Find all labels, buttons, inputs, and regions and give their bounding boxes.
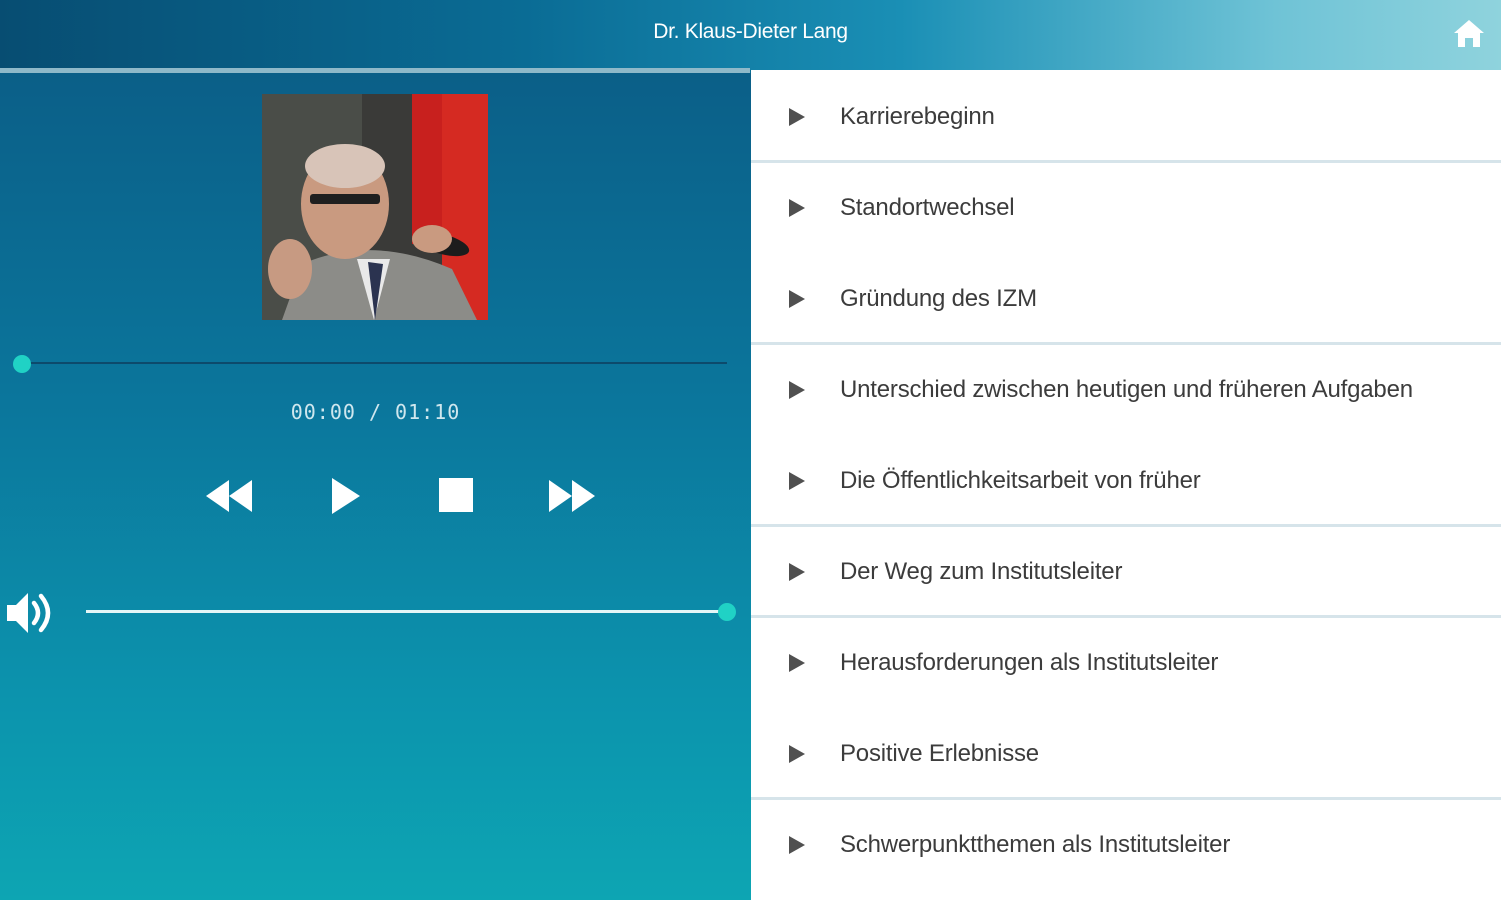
- play-arrow-icon: [789, 290, 805, 308]
- fast-forward-icon: [549, 480, 595, 512]
- chapter-item[interactable]: Standortwechsel: [751, 161, 1501, 252]
- rewind-icon: [206, 480, 252, 512]
- chapter-label: Die Öffentlichkeitsarbeit von früher: [840, 467, 1201, 494]
- play-arrow-icon: [789, 381, 805, 399]
- volume-button[interactable]: [4, 586, 58, 640]
- chapter-item[interactable]: Karrierebeginn: [751, 70, 1501, 163]
- page-title: Dr. Klaus-Dieter Lang: [653, 20, 848, 43]
- progress-slider[interactable]: [22, 362, 727, 364]
- chapter-item[interactable]: Herausforderungen als Institutsleiter: [751, 616, 1501, 707]
- chapter-label: Unterschied zwischen heutigen und früher…: [840, 376, 1413, 403]
- play-arrow-icon: [789, 836, 805, 854]
- volume-icon: [7, 593, 51, 633]
- home-icon: [1454, 20, 1484, 47]
- chapter-label: Schwerpunktthemen als Institutsleiter: [840, 831, 1231, 858]
- speaker-portrait: [262, 94, 488, 320]
- home-button[interactable]: [1452, 18, 1486, 50]
- play-arrow-icon: [789, 108, 805, 126]
- chapter-label: Gründung des IZM: [840, 285, 1037, 312]
- app-header: Dr. Klaus-Dieter Lang: [0, 0, 1501, 70]
- chapter-item[interactable]: Die Öffentlichkeitsarbeit von früher: [751, 434, 1501, 527]
- chapter-item[interactable]: Schwerpunktthemen als Institutsleiter: [751, 798, 1501, 889]
- time-display: 00:00 / 01:10: [290, 400, 461, 424]
- chapter-item[interactable]: Positive Erlebnisse: [751, 707, 1501, 800]
- chapter-item[interactable]: Unterschied zwischen heutigen und früher…: [751, 343, 1501, 434]
- chapter-item[interactable]: Gründung des IZM: [751, 252, 1501, 345]
- play-arrow-icon: [789, 199, 805, 217]
- play-arrow-icon: [789, 472, 805, 490]
- progress-thumb[interactable]: [13, 355, 31, 373]
- chapter-label: Der Weg zum Institutsleiter: [840, 558, 1123, 585]
- volume-slider[interactable]: [86, 610, 727, 613]
- chapter-label: Herausforderungen als Institutsleiter: [840, 649, 1219, 676]
- play-icon: [332, 478, 360, 514]
- chapter-item[interactable]: Der Weg zum Institutsleiter: [751, 525, 1501, 618]
- chapter-list: Karrierebeginn Standortwechsel Gründung …: [751, 70, 1501, 900]
- stop-icon: [439, 478, 473, 512]
- play-arrow-icon: [789, 654, 805, 672]
- chapter-label: Positive Erlebnisse: [840, 740, 1039, 767]
- audio-player-panel: 00:00 / 01:10: [0, 73, 751, 900]
- fast-forward-button[interactable]: [547, 478, 597, 514]
- volume-thumb[interactable]: [718, 603, 736, 621]
- play-arrow-icon: [789, 745, 805, 763]
- stop-button[interactable]: [439, 478, 473, 512]
- chapter-label: Standortwechsel: [840, 194, 1015, 221]
- chapter-label: Karrierebeginn: [840, 103, 995, 130]
- rewind-button[interactable]: [204, 478, 254, 514]
- play-arrow-icon: [789, 563, 805, 581]
- play-button[interactable]: [330, 476, 362, 516]
